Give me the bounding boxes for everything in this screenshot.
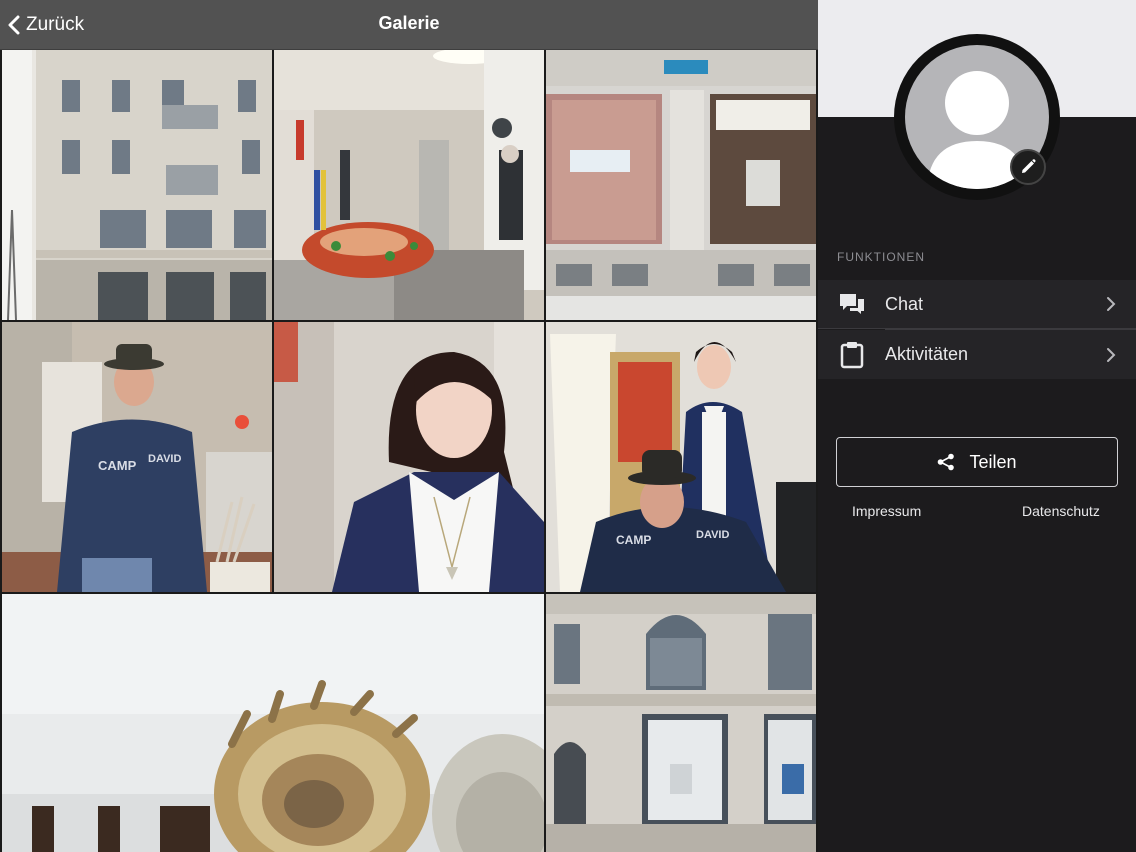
edit-avatar-button[interactable]	[1010, 149, 1046, 185]
pencil-icon	[1022, 159, 1036, 173]
chat-icon	[838, 290, 866, 318]
chevron-left-icon	[8, 15, 20, 35]
back-button[interactable]: Zurück	[8, 10, 84, 40]
privacy-link[interactable]: Datenschutz	[1022, 503, 1100, 519]
gallery-tile-man-with-hat[interactable]: CAMP DAVID	[2, 322, 272, 592]
back-label: Zurück	[26, 14, 85, 35]
share-icon	[938, 453, 955, 471]
impressum-link[interactable]: Impressum	[852, 503, 921, 519]
gallery-pane: Zurück Galerie CAMP DAVID CAMP DAVID	[0, 0, 818, 852]
page-title: Galerie	[378, 13, 440, 33]
gallery-tile-building-corner[interactable]	[546, 594, 816, 852]
menu-item-label: Chat	[885, 293, 924, 314]
svg-text:CAMP: CAMP	[616, 533, 651, 547]
app-root: Zurück Galerie CAMP DAVID CAMP DAVID FUN…	[0, 0, 1136, 852]
avatar-ring	[894, 34, 1060, 200]
gallery-tile-shell-closeup[interactable]	[2, 594, 544, 852]
gallery-tile-building-facade[interactable]	[2, 50, 272, 320]
gallery-tile-salon-interior[interactable]	[274, 50, 544, 320]
share-button[interactable]: Teilen	[836, 437, 1118, 487]
clipboard-icon	[838, 341, 866, 369]
section-label-functions: FUNKTIONEN	[837, 250, 925, 264]
gallery-tile-couple[interactable]: CAMP DAVID	[546, 322, 816, 592]
gallery-tile-storefront[interactable]	[546, 50, 816, 320]
share-label: Teilen	[969, 451, 1017, 472]
menu-item-chat[interactable]: Chat	[818, 280, 1136, 329]
gallery-tile-woman-portrait[interactable]	[274, 322, 544, 592]
sidebar: FUNKTIONEN Chat Aktivitäten Teilen Impre…	[818, 0, 1136, 852]
navigation-bar: Zurück Galerie	[0, 0, 818, 50]
chevron-right-icon	[1107, 347, 1116, 362]
menu-item-activities[interactable]: Aktivitäten	[818, 330, 1136, 379]
svg-text:CAMP: CAMP	[98, 458, 137, 473]
svg-text:DAVID: DAVID	[148, 453, 181, 465]
svg-text:DAVID: DAVID	[696, 529, 729, 541]
menu-item-label: Aktivitäten	[885, 344, 969, 364]
chevron-right-icon	[1107, 297, 1116, 311]
photo-grid: CAMP DAVID CAMP DAVID	[0, 50, 818, 852]
